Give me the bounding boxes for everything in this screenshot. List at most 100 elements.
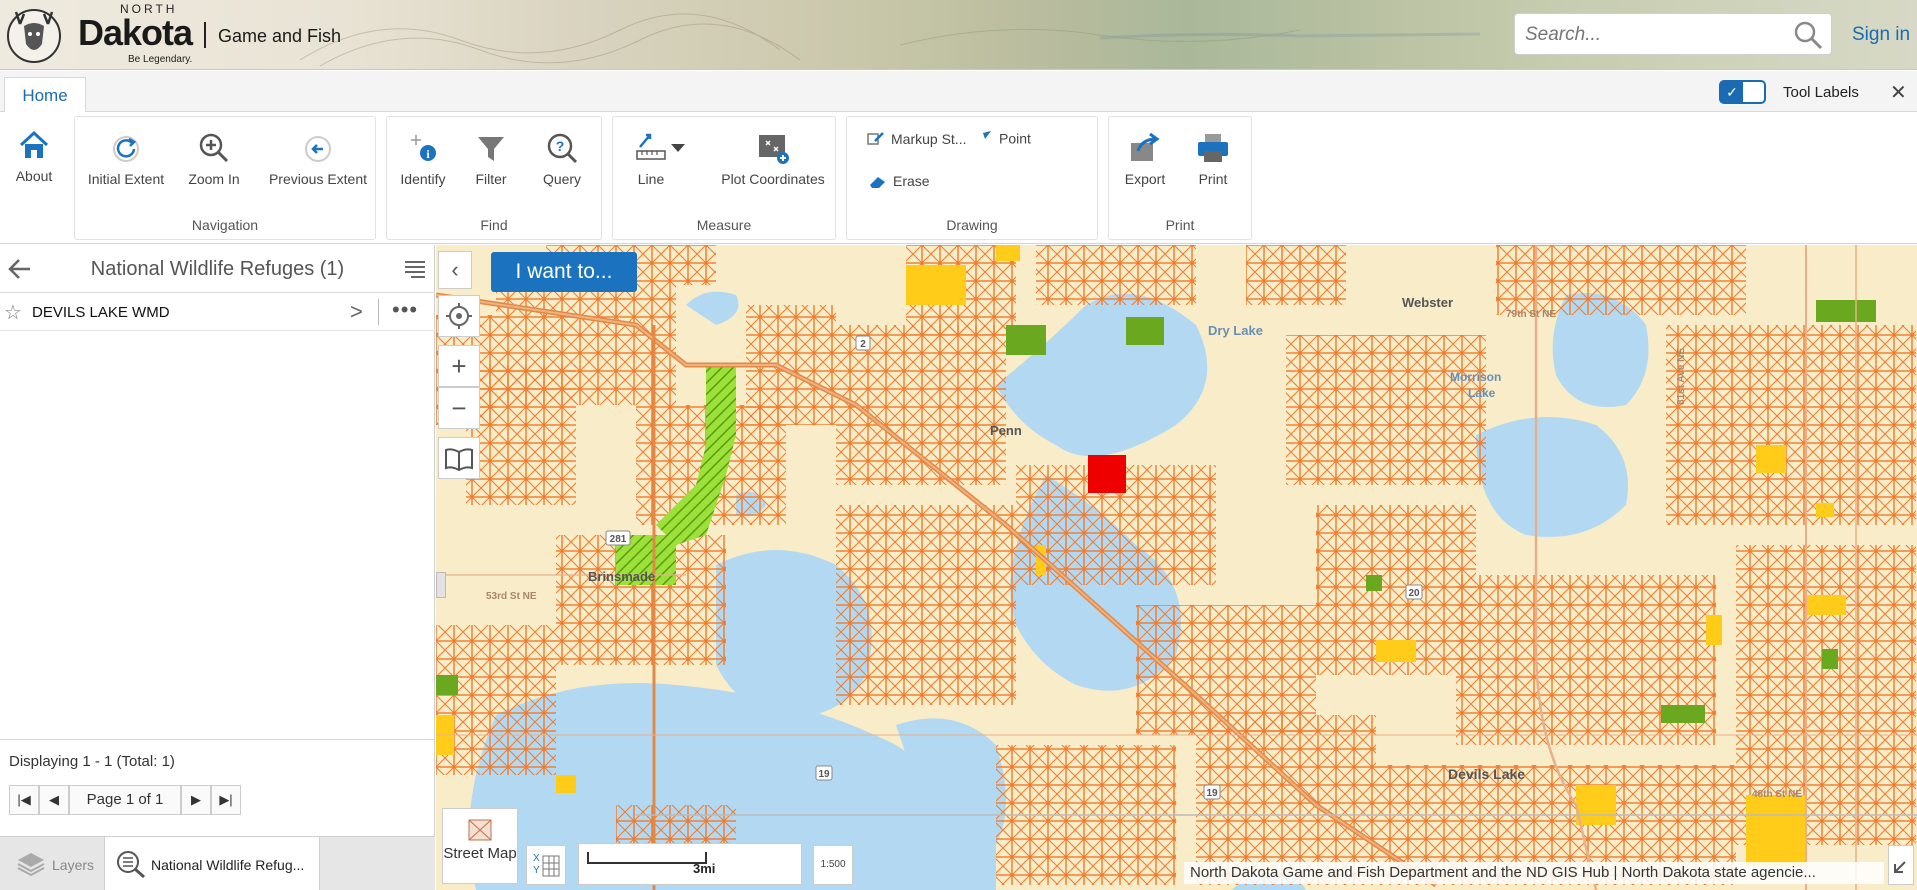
label-79th-st-ne: 79th St NE [1506,309,1556,320]
i-want-to-button[interactable]: I want to... [491,252,637,292]
tab-national-wildlife-refuges[interactable]: National Wildlife Refug... [104,837,320,890]
markup-styles-icon [867,132,884,146]
drawing-group: Markup St... Point Erase Drawing [846,116,1098,240]
query-label: Query [542,171,582,187]
zoom-in-icon [199,133,229,163]
ribbon-toolbar: About Initial Extent Zoom In Previous Ex… [0,112,1917,244]
first-page-button[interactable]: |◀ [9,785,39,815]
point-label: Point [999,130,1031,147]
tab-national-wildlife-refuges-label: National Wildlife Refug... [151,857,305,873]
label-hwy-281: 281 [610,534,627,545]
chevron-right-icon[interactable]: > [350,299,363,325]
measure-group-label: Measure [696,217,752,233]
search-results-icon [117,851,145,879]
filter-label: Filter [475,171,507,187]
coordinate-display-button[interactable]: X Y [526,845,566,885]
markup-styles-button[interactable]: Markup St... [867,131,966,149]
ribbon-tab-bar: Home ✓ Tool Labels ✕ [0,71,1917,113]
bookmarks-button[interactable] [438,437,480,479]
label-webster: Webster [1402,295,1453,310]
markup-styles-label: Markup St... [891,131,967,147]
back-arrow-icon[interactable] [6,255,34,283]
eraser-icon [870,177,885,189]
query-icon: ? [547,133,578,164]
label-hwy-19: 19 [818,769,830,780]
my-location-button[interactable] [438,295,480,337]
label-81st-ave-ne: 81st Ave NE [1676,348,1687,405]
results-count-text: Displaying 1 - 1 (Total: 1) [9,753,175,770]
results-panel-title: National Wildlife Refuges (1) [90,258,345,280]
panel-resize-handle[interactable] [436,572,446,598]
result-name: DEVILS LAKE WMD [32,304,170,321]
navigation-group-label: Navigation [191,217,259,233]
line-dropdown-chevron-icon[interactable] [669,139,691,155]
search-icon[interactable] [1793,20,1823,50]
basemap-thumbnail-icon [468,819,492,841]
search-box[interactable] [1514,13,1832,55]
plot-coordinates-button[interactable]: Plot Coordinates [717,131,829,187]
more-options-icon[interactable]: ••• [392,297,418,323]
label-brinsmade: Brinsmade [588,569,655,584]
ruler-line-icon [636,133,666,160]
identify-label: Identify [400,171,446,187]
label-53rd-st-ne: 53rd St NE [486,591,537,602]
label-dry-lake: Dry Lake [1208,323,1263,338]
previous-extent-button[interactable]: Previous Extent [265,131,371,187]
map-view[interactable]: Webster Dry Lake Morrison Lake Penn Brin… [436,245,1917,890]
tab-layers[interactable]: Layers [0,837,104,890]
label-morrison-lake-line-1: Morrison [1450,370,1501,384]
line-label: Line [637,171,665,187]
logo-separator [204,22,206,48]
scale-input-button[interactable]: 1:500 [813,845,853,885]
zoom-in-map-button[interactable]: + [438,345,480,387]
export-icon [1131,132,1160,161]
logo-game-and-fish-text: Game and Fish [218,26,342,46]
label-penn: Penn [990,423,1022,438]
filter-button[interactable]: Filter [469,131,513,187]
measure-group: Line Plot Coordinates Measure [612,116,836,240]
tab-home[interactable]: Home [4,77,86,113]
point-draw-button[interactable]: Point [981,129,1031,151]
zoom-in-button[interactable]: Zoom In [183,131,245,187]
print-group: Export Print Print [1108,116,1252,240]
svg-text:Y: Y [533,865,540,876]
initial-extent-button[interactable]: Initial Extent [85,131,167,187]
tab-layers-label: Layers [52,857,95,873]
print-button[interactable]: Print [1191,131,1235,187]
list-menu-icon[interactable] [403,259,427,279]
xy-grid-icon: X Y [533,853,560,877]
results-panel: National Wildlife Refuges (1) ☆ DEVILS L… [0,245,435,890]
sign-in-link[interactable]: Sign in [1852,24,1910,46]
result-list-item[interactable]: ☆ DEVILS LAKE WMD > ••• [0,293,435,331]
previous-extent-icon [305,136,331,162]
identify-button[interactable]: i Identify [397,131,449,187]
checkmark-icon: ✓ [1721,82,1743,102]
crosshair-icon [446,303,472,329]
logo-dakota-text: Dakota [78,12,193,53]
about-button[interactable]: About [10,128,58,184]
next-page-button[interactable]: ▶ [181,785,211,815]
scale-bar-label: 3mi [693,861,716,876]
zoom-out-map-button[interactable]: − [438,387,480,429]
basemap-label: Street Map [443,845,517,862]
map-attribution: North Dakota Game and Fish Department an… [1184,862,1884,884]
search-input[interactable] [1525,24,1775,46]
drawing-group-label: Drawing [946,217,998,233]
export-button[interactable]: Export [1119,131,1171,187]
tool-labels-toggle[interactable]: ✓ [1719,80,1766,104]
expand-attribution-button[interactable] [1888,845,1914,885]
query-button[interactable]: ? Query [537,131,587,187]
erase-label: Erase [893,173,930,189]
last-page-button[interactable]: ▶| [211,785,241,815]
refuge-parcel[interactable] [1088,455,1126,493]
plot-coordinates-icon [759,135,789,164]
basemap-switcher-button[interactable]: Street Map [442,808,518,884]
label-morrison-lake-line-2: Lake [1468,386,1496,400]
collapse-panel-button[interactable]: ‹ [438,251,472,289]
favorite-star-icon[interactable]: ☆ [4,300,22,325]
previous-page-button[interactable]: ◀ [39,785,69,815]
map-canvas[interactable]: Webster Dry Lake Morrison Lake Penn Brin… [436,245,1917,890]
label-devils-lake: Devils Lake [1448,766,1525,782]
close-ribbon-icon[interactable]: ✕ [1890,80,1907,105]
erase-button[interactable]: Erase [867,173,930,191]
